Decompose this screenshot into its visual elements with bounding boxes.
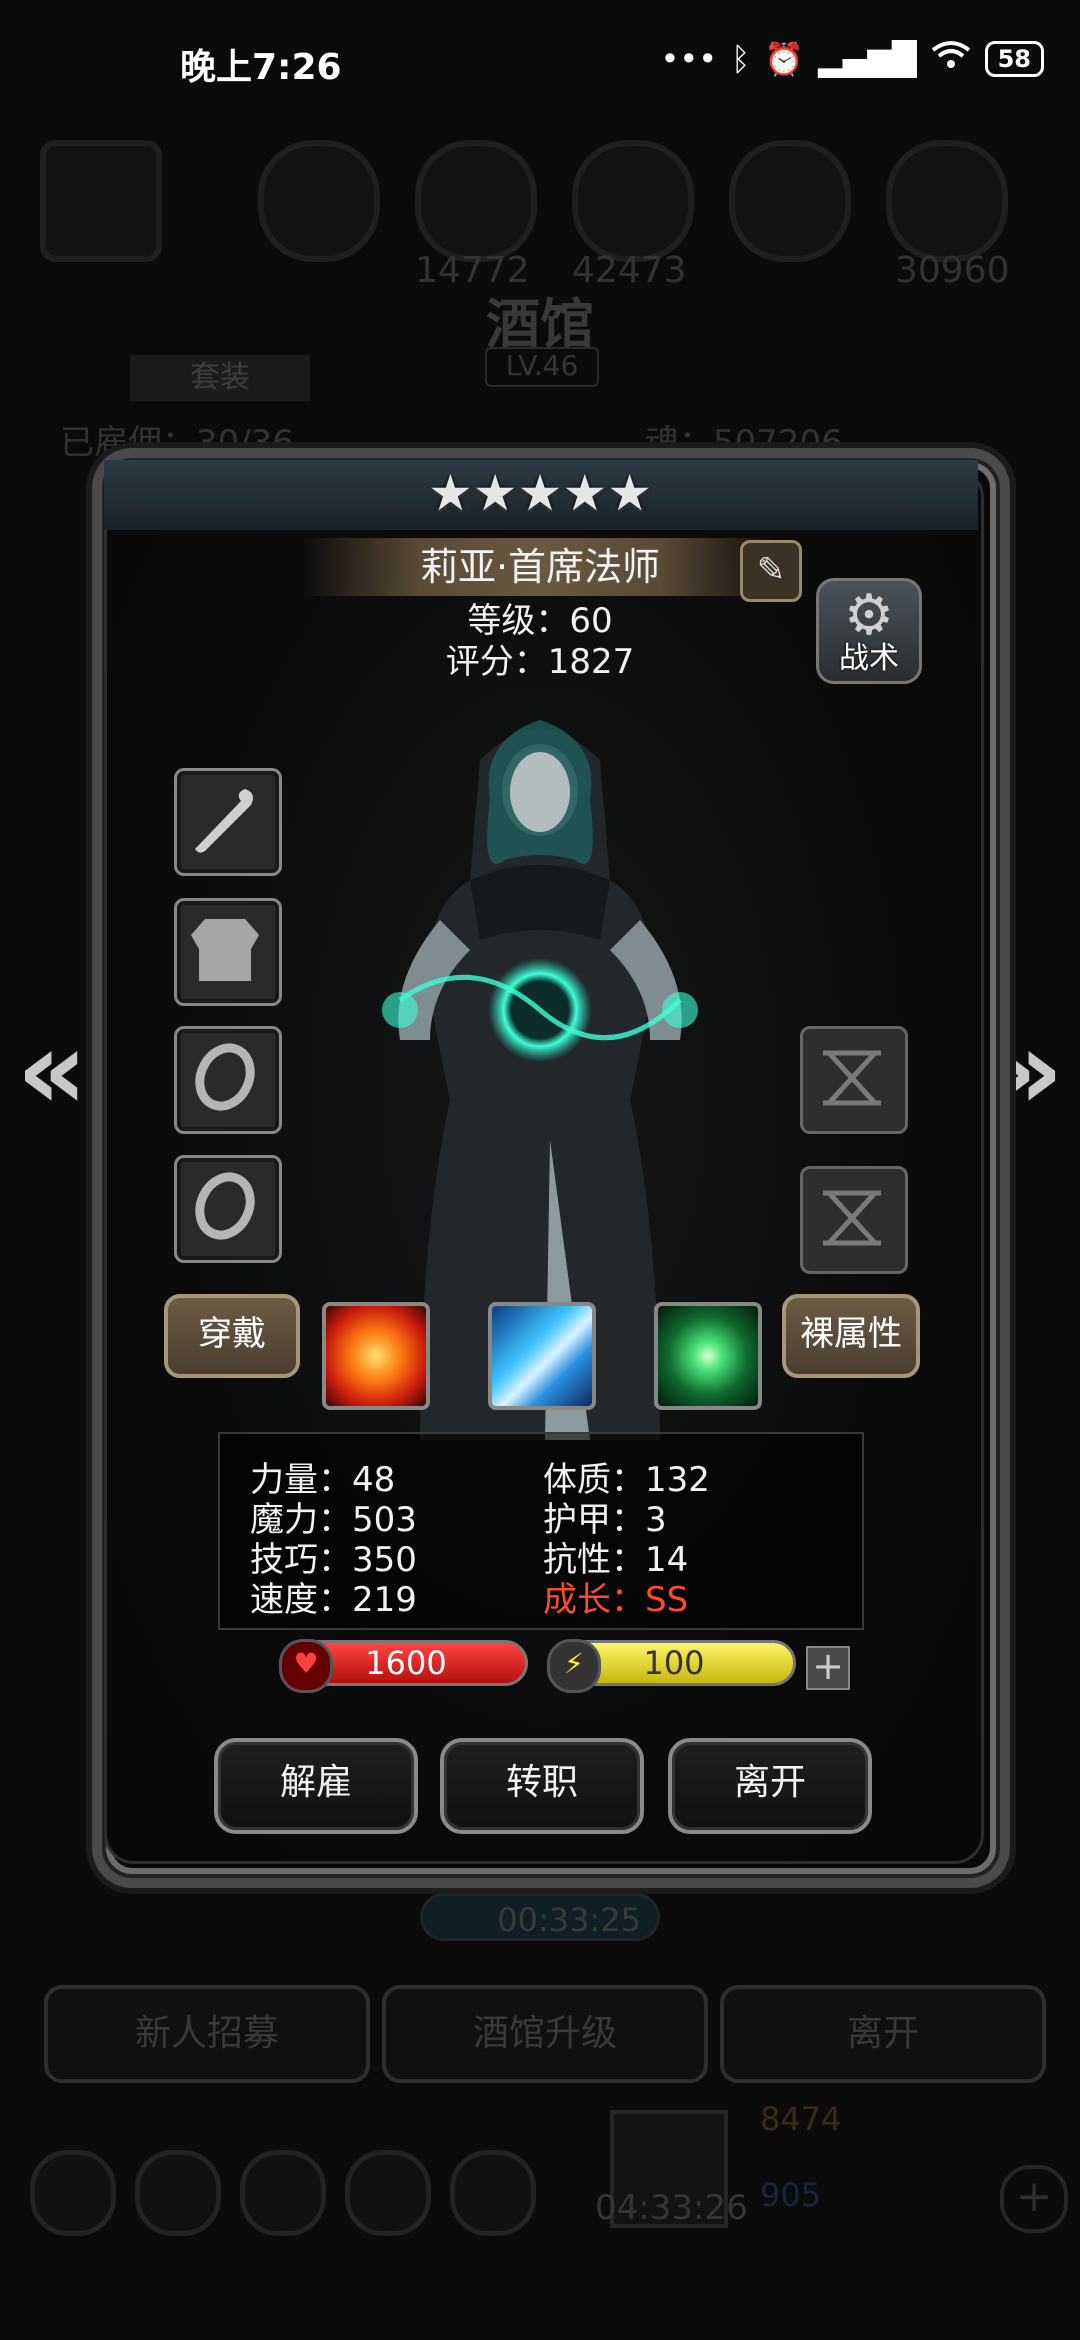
signal-icon: ▂▄▆█ [818, 40, 917, 78]
resource-icon [572, 140, 694, 262]
fire-skill-icon[interactable] [322, 1302, 430, 1410]
gem-amount: 905 [760, 2176, 822, 2214]
rune-icon [823, 1190, 881, 1246]
upgrade-tavern-button[interactable]: 酒馆升级 [382, 1985, 708, 2083]
hp-value: 1600 [365, 1644, 447, 1682]
menu-icon[interactable] [30, 2150, 116, 2236]
ring-slot-2[interactable] [174, 1155, 282, 1263]
more-icon: ••• [660, 40, 718, 78]
armor-icon [191, 919, 259, 981]
ring-slot-1[interactable] [174, 1026, 282, 1134]
battery-icon: 58 [984, 41, 1044, 77]
status-bar: 晚上7:26 ••• ᛒ ⏰ ▂▄▆█ 58 [0, 0, 1080, 125]
ring-icon [195, 1043, 255, 1111]
resource-icon [415, 140, 537, 262]
dismiss-button[interactable]: 解雇 [214, 1738, 418, 1834]
tactics-button[interactable]: ⚙ 战术 [816, 578, 922, 684]
leave-tavern-button[interactable]: 离开 [720, 1985, 1046, 2083]
tactics-label: 战术 [839, 641, 899, 676]
status-icons: ••• ᛒ ⏰ ▂▄▆█ 58 [660, 40, 1044, 78]
gift-timer: 04:33:26 [595, 2188, 748, 2228]
energy-bar: ⚡ 100 [547, 1639, 796, 1693]
menu-icon[interactable] [240, 2150, 326, 2236]
wind-skill-icon[interactable] [654, 1302, 762, 1410]
resource-icon [886, 140, 1008, 262]
heart-icon: ♥ [279, 1639, 333, 1693]
energy-value: 100 [643, 1644, 705, 1682]
ring-icon [195, 1172, 255, 1240]
stat-growth: 成长：SS [543, 1580, 689, 1620]
change-class-button[interactable]: 转职 [440, 1738, 644, 1834]
clock: 晚上7:26 [180, 47, 342, 88]
resource-icon [258, 140, 380, 262]
resource-icon [729, 140, 851, 262]
pencil-icon: ✎ [756, 550, 786, 590]
hero-name: 莉亚·首席法师 [419, 545, 661, 589]
staff-icon [195, 789, 253, 853]
rune-slot-1[interactable] [800, 1026, 908, 1134]
add-currency-icon[interactable]: + [1000, 2165, 1068, 2233]
star-rating: ★★★★★ [427, 464, 653, 522]
naked-stats-button[interactable]: 裸属性 [782, 1294, 920, 1378]
weapon-slot[interactable] [174, 768, 282, 876]
set-button[interactable]: 套装 [130, 355, 310, 401]
recruit-button[interactable]: 新人招募 [44, 1985, 370, 2083]
hp-bar: ♥ 1600 [279, 1639, 528, 1693]
tavern-timer: 00:33:25 [420, 1893, 660, 1941]
prev-hero-arrow[interactable]: « [12, 1010, 92, 1130]
bluetooth-icon: ᛒ [731, 40, 751, 78]
leave-button[interactable]: 离开 [668, 1738, 872, 1834]
rune-icon [823, 1050, 881, 1106]
wear-button[interactable]: 穿戴 [164, 1294, 300, 1378]
gold-amount: 8474 [760, 2100, 842, 2138]
menu-icon[interactable] [135, 2150, 221, 2236]
wifi-icon [931, 40, 971, 78]
ice-skill-icon[interactable] [488, 1302, 596, 1410]
tool-icon [40, 140, 162, 262]
stat-speed: 速度：219 [250, 1580, 417, 1620]
menu-icon[interactable] [345, 2150, 431, 2236]
tavern-level: LV.46 [485, 347, 599, 387]
menu-icon[interactable] [450, 2150, 536, 2236]
armor-slot[interactable] [174, 898, 282, 1006]
add-energy-button[interactable]: + [806, 1646, 850, 1690]
alarm-icon: ⏰ [764, 40, 805, 78]
rune-slot-2[interactable] [800, 1166, 908, 1274]
lightning-icon: ⚡ [547, 1639, 601, 1693]
